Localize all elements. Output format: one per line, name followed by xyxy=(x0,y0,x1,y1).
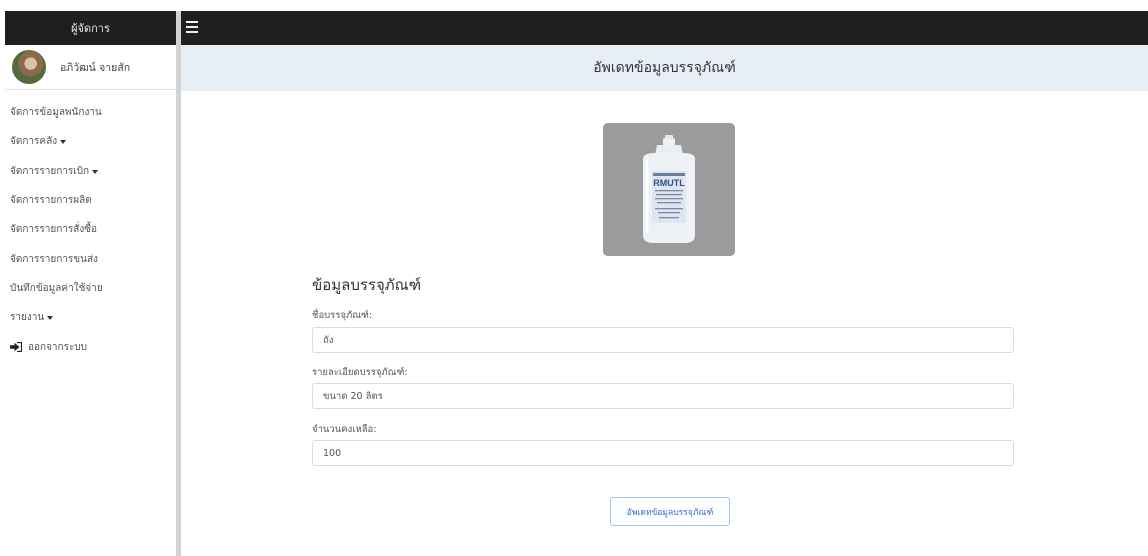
sidebar-item-label: จัดการรายการเบิก xyxy=(10,165,90,177)
sidebar-item-label: รายงาน xyxy=(10,312,45,324)
sidebar-item-production[interactable]: จัดการรายการผลิต xyxy=(5,186,176,215)
sidebar-item-label: บันทึกข้อมูลค่าใช้จ่าย xyxy=(10,282,103,294)
app-window: ผู้จัดการ อภิวัฒน์ จายสัก จัดการข้อมูลพน… xyxy=(0,0,1148,556)
sidebar-item-logout[interactable]: ออกจากระบบ xyxy=(5,332,176,361)
sidebar-header: ผู้จัดการ xyxy=(5,11,176,45)
detail-field-label: รายละเอียดบรรจุภัณฑ์: xyxy=(312,367,408,378)
user-name: อภิวัฒน์ จายสัก xyxy=(60,61,131,74)
sidebar-item-employees[interactable]: จัดการข้อมูลพนักงาน xyxy=(5,98,176,127)
form-section-title: ข้อมูลบรรจุภัณฑ์ xyxy=(312,276,422,294)
sidebar-item-expenses[interactable]: บันทึกข้อมูลค่าใช้จ่าย xyxy=(5,274,176,303)
sidebar-item-label: จัดการคลัง xyxy=(10,136,58,148)
sidebar-item-shipping[interactable]: จัดการรายการขนส่ง xyxy=(5,244,176,273)
menu-toggle-icon[interactable] xyxy=(186,21,198,33)
update-button[interactable]: อัพเดทข้อมูลบรรจุภัณฑ์ xyxy=(610,497,730,526)
product-image: RMUTL xyxy=(603,123,735,256)
name-field-label: ชื่อบรรจุภัณฑ์: xyxy=(312,310,373,321)
sidebar-item-label: จัดการรายการสั่งซื้อ xyxy=(10,224,98,236)
sidebar-item-warehouse[interactable]: จัดการคลัง xyxy=(5,127,176,156)
name-field[interactable]: ถัง xyxy=(312,327,1014,353)
sidebar-menu: จัดการข้อมูลพนักงาน จัดการคลัง จัดการราย… xyxy=(5,90,176,362)
sidebar-item-label: จัดการข้อมูลพนักงาน xyxy=(10,107,102,119)
stock-field-label: จำนวนคงเหลือ: xyxy=(312,424,377,435)
page-title: อัพเดทข้อมูลบรรจุภัณฑ์ xyxy=(181,45,1148,91)
sidebar-item-orders[interactable]: จัดการรายการสั่งซื้อ xyxy=(5,215,176,244)
sidebar-divider xyxy=(176,11,181,556)
detail-field[interactable]: ขนาด 20 ลิตร xyxy=(312,383,1014,409)
user-profile[interactable]: อภิวัฒน์ จายสัก xyxy=(5,45,176,90)
sidebar-item-label: จัดการรายการขนส่ง xyxy=(10,253,98,265)
sidebar-item-reports[interactable]: รายงาน xyxy=(5,303,176,332)
caret-down-icon xyxy=(47,316,54,321)
caret-down-icon xyxy=(60,140,67,145)
sidebar: ผู้จัดการ อภิวัฒน์ จายสัก จัดการข้อมูลพน… xyxy=(5,11,176,556)
caret-down-icon xyxy=(92,169,99,174)
bottle-label-brand: RMUTL xyxy=(653,178,685,188)
sidebar-item-label: จัดการรายการผลิต xyxy=(10,195,92,207)
avatar xyxy=(12,50,46,84)
sidebar-item-label: ออกจากระบบ xyxy=(28,341,88,353)
stock-field[interactable]: 100 xyxy=(312,440,1014,466)
sidebar-item-withdrawals[interactable]: จัดการรายการเบิก xyxy=(5,157,176,186)
sign-out-icon xyxy=(10,342,22,353)
form-card: RMUTL ข้อมูลบรรจุภัณฑ์ ชื่อบรรจุภัณฑ์: ถ… xyxy=(190,91,1148,556)
top-navbar xyxy=(181,11,1148,45)
